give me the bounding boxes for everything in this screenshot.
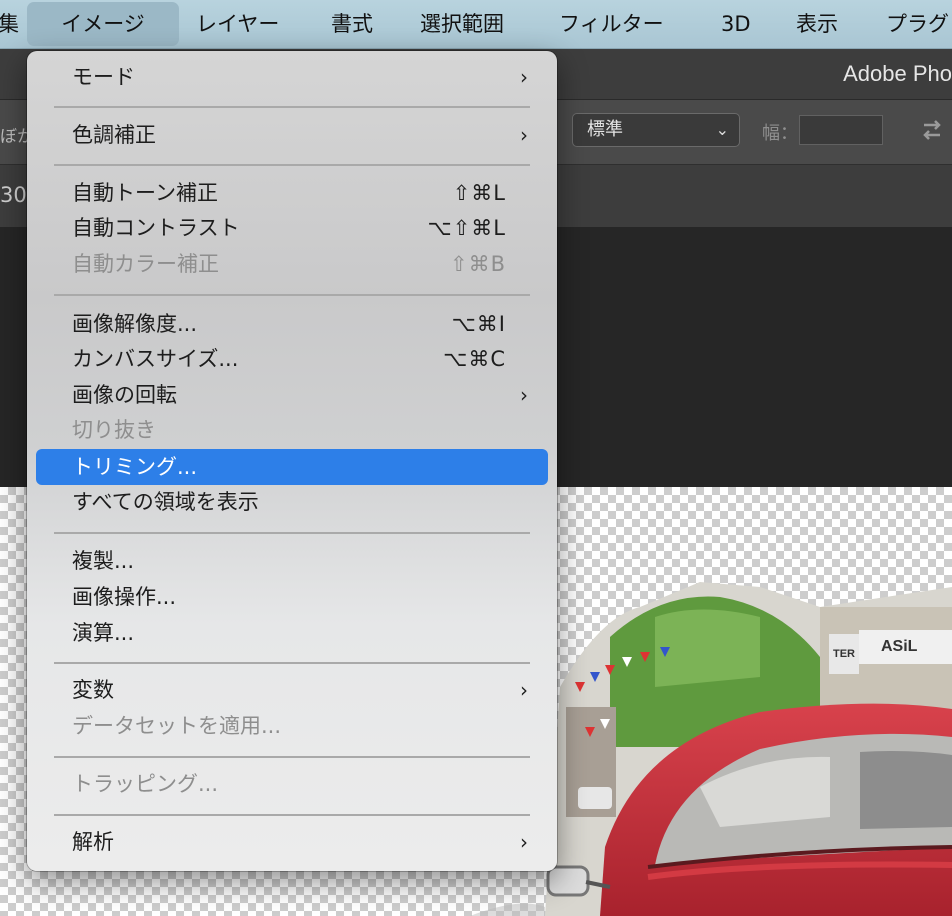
submenu-arrow-icon: › bbox=[520, 383, 528, 407]
style-select-value: 標準 bbox=[587, 119, 623, 140]
chevron-down-icon: ⌄ bbox=[715, 120, 729, 139]
width-label: 幅： bbox=[762, 123, 798, 144]
menubar-item-select[interactable]: 選択範囲 bbox=[420, 0, 504, 48]
menu-item-crop: 切り抜き bbox=[36, 412, 548, 448]
menu-item-label: 自動カラー補正 bbox=[72, 252, 219, 276]
menu-item-label: 演算... bbox=[72, 621, 135, 645]
menu-item-auto-tone[interactable]: 自動トーン補正 ⇧⌘L bbox=[36, 175, 548, 211]
menu-item-label: 自動トーン補正 bbox=[72, 181, 218, 205]
menu-item-label: 解析 bbox=[72, 830, 114, 854]
background-car bbox=[578, 787, 612, 809]
menu-item-label: 切り抜き bbox=[72, 418, 156, 442]
menu-item-label: すべての領域を表示 bbox=[72, 490, 259, 514]
submenu-arrow-icon: › bbox=[520, 65, 528, 89]
menu-item-label: 自動コントラスト bbox=[72, 216, 240, 240]
image-menu-dropdown: モード › 色調補正 › 自動トーン補正 ⇧⌘L 自動コントラスト ⌥⇧⌘L 自… bbox=[27, 51, 557, 871]
menu-item-duplicate[interactable]: 複製... bbox=[36, 543, 548, 579]
menu-separator bbox=[54, 756, 530, 758]
menu-separator bbox=[54, 294, 530, 296]
swap-icon[interactable] bbox=[918, 116, 946, 144]
menu-item-trim[interactable]: トリミング... bbox=[36, 449, 548, 485]
menu-item-label: トラッピング... bbox=[72, 772, 219, 796]
menu-item-label: 色調補正 bbox=[72, 123, 156, 147]
menu-item-image-size[interactable]: 画像解像度... ⌥⌘I bbox=[36, 306, 548, 342]
menubar-item-view[interactable]: 表示 bbox=[796, 0, 838, 48]
menubar-item-image[interactable]: イメージ bbox=[27, 2, 179, 46]
menu-item-label: カンバスサイズ... bbox=[72, 347, 239, 371]
menu-item-auto-contrast[interactable]: 自動コントラスト ⌥⇧⌘L bbox=[36, 210, 548, 246]
shop-sign-asil: ASiL bbox=[859, 630, 952, 664]
menu-item-shortcut: ⌥⌘I bbox=[451, 312, 506, 336]
menu-separator bbox=[54, 106, 530, 108]
menu-item-image-rotation[interactable]: 画像の回転 › bbox=[36, 377, 548, 413]
menu-item-reveal-all[interactable]: すべての領域を表示 bbox=[36, 484, 548, 520]
submenu-arrow-icon: › bbox=[520, 123, 528, 147]
menu-separator bbox=[54, 662, 530, 664]
menu-item-shortcut: ⇧⌘B bbox=[449, 252, 506, 276]
menubar-item-plugins[interactable]: プラグ bbox=[886, 0, 949, 48]
menu-item-label: 画像解像度... bbox=[72, 312, 198, 336]
menu-item-shortcut: ⌥⇧⌘L bbox=[427, 216, 506, 240]
menu-item-label: データセットを適用... bbox=[72, 714, 282, 738]
menu-item-canvas-size[interactable]: カンバスサイズ... ⌥⌘C bbox=[36, 341, 548, 377]
submenu-arrow-icon: › bbox=[520, 830, 528, 854]
menu-item-analysis[interactable]: 解析 › bbox=[36, 824, 548, 860]
menu-bar: 集 イメージ レイヤー 書式 選択範囲 フィルター 3D 表示 プラグ bbox=[0, 0, 952, 49]
menu-item-trap: トラッピング... bbox=[36, 766, 548, 802]
submenu-arrow-icon: › bbox=[520, 678, 528, 702]
menu-item-shortcut: ⇧⌘L bbox=[452, 181, 506, 205]
menu-separator bbox=[54, 164, 530, 166]
menu-item-label: トリミング... bbox=[72, 455, 198, 479]
menu-item-label: モード bbox=[72, 65, 135, 89]
menu-item-apply-image[interactable]: 画像操作... bbox=[36, 579, 548, 615]
menu-item-calculations[interactable]: 演算... bbox=[36, 615, 548, 651]
app-title: Adobe Pho bbox=[843, 61, 952, 86]
style-select[interactable]: 標準 ⌄ bbox=[572, 113, 740, 147]
menu-item-label: 複製... bbox=[72, 549, 135, 573]
tree-highlight bbox=[655, 609, 760, 687]
menu-item-apply-data-set: データセットを適用... bbox=[36, 708, 548, 744]
menubar-item-3d[interactable]: 3D bbox=[721, 0, 751, 48]
menubar-item-edit[interactable]: 集 bbox=[0, 0, 19, 48]
menubar-item-type[interactable]: 書式 bbox=[331, 0, 373, 48]
width-input[interactable] bbox=[799, 115, 883, 145]
menu-item-label: 画像の回転 bbox=[72, 383, 177, 407]
menu-item-label: 変数 bbox=[72, 678, 114, 702]
menu-item-adjustments[interactable]: 色調補正 › bbox=[36, 117, 548, 153]
menu-item-mode[interactable]: モード › bbox=[36, 59, 548, 95]
menu-item-label: 画像操作... bbox=[72, 585, 177, 609]
menu-item-shortcut: ⌥⌘C bbox=[443, 347, 506, 371]
menubar-item-layer[interactable]: レイヤー bbox=[196, 0, 279, 48]
menu-separator bbox=[54, 532, 530, 534]
menubar-item-filter[interactable]: フィルター bbox=[559, 0, 664, 48]
menu-item-auto-color: 自動カラー補正 ⇧⌘B bbox=[36, 246, 548, 282]
menu-item-variables[interactable]: 変数 › bbox=[36, 672, 548, 708]
shop-sign-ter: TER bbox=[829, 634, 859, 674]
menu-separator bbox=[54, 814, 530, 816]
